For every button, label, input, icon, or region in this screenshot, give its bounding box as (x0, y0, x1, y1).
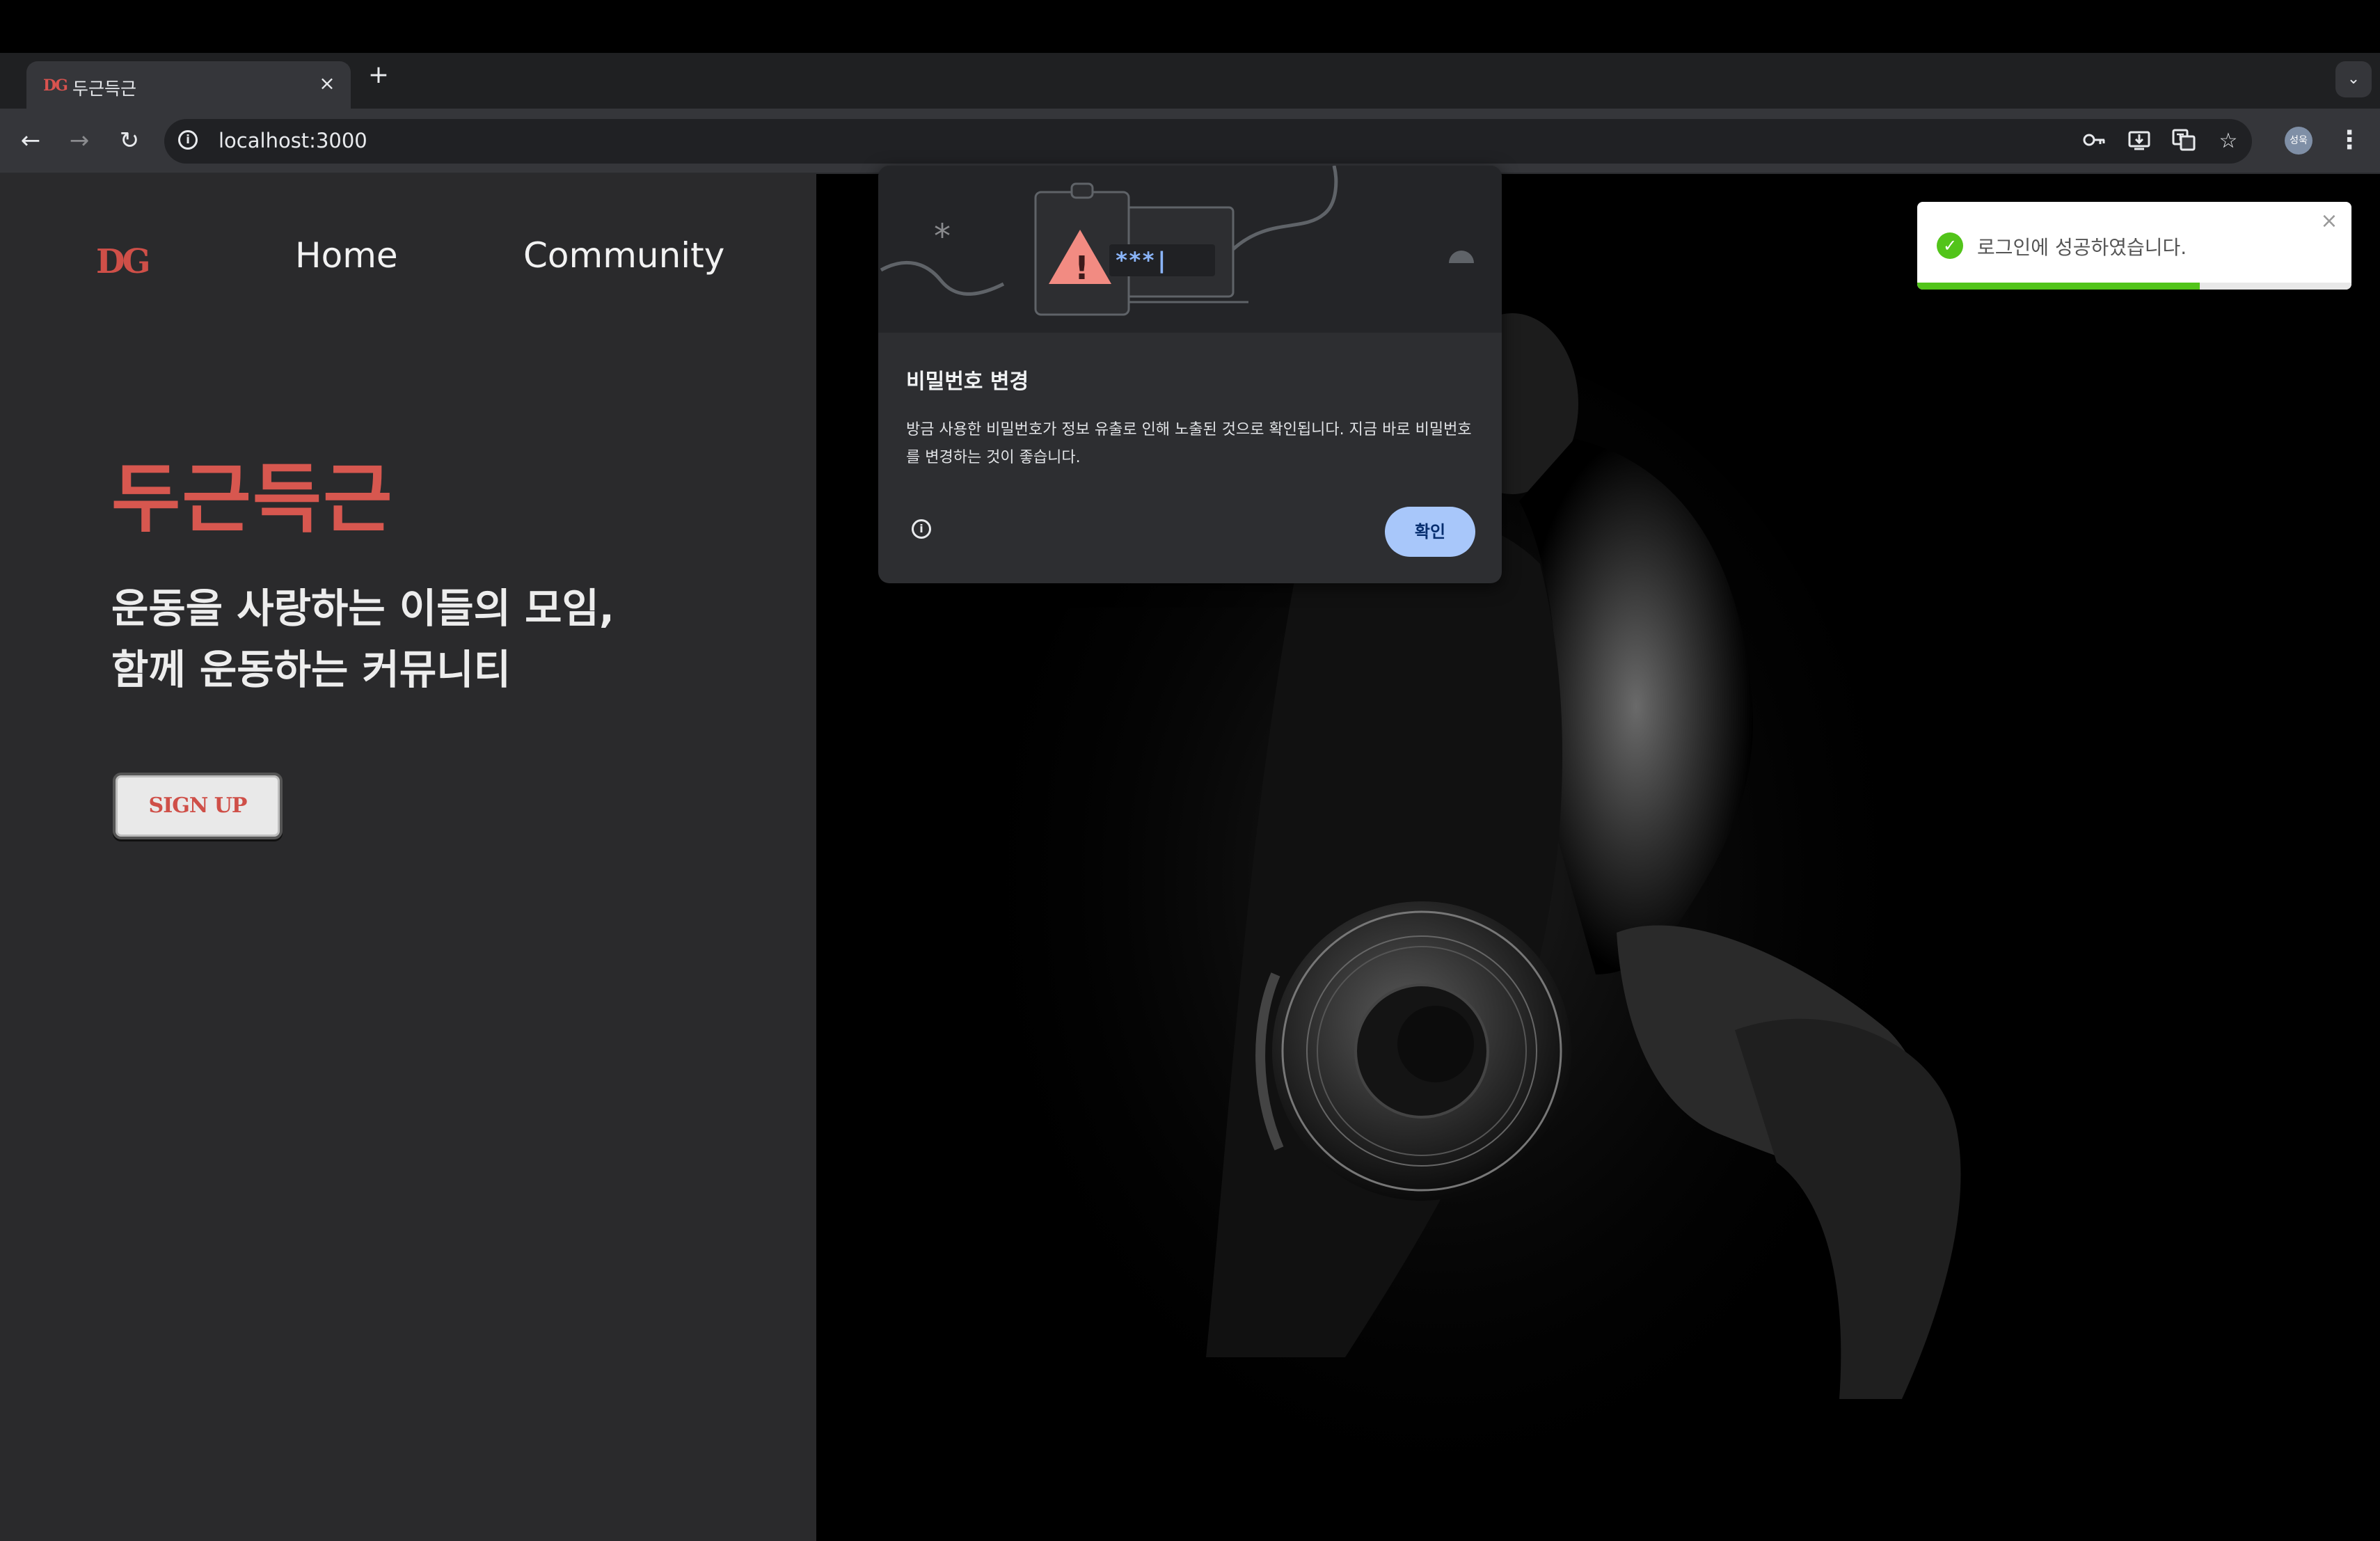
svg-text:!: ! (1074, 249, 1089, 287)
toast-progress-bar (1917, 283, 2200, 290)
signup-button[interactable]: SIGN UP (113, 773, 283, 839)
tab-search-icon[interactable]: ⌄ (2335, 61, 2372, 97)
dialog-body: 방금 사용한 비밀번호가 정보 유출로 인해 노출된 것으로 확인됩니다. 지금… (906, 421, 1472, 466)
hero-subtitle-line-1: 운동을 사랑하는 이들의 모임, (111, 585, 614, 632)
tab-close-icon[interactable]: × (315, 71, 340, 96)
hero-title: 두근득근 (111, 456, 394, 543)
tab-strip: DG 두근득근 × + ⌄ (0, 53, 2380, 109)
browser-toolbar: ← → ↻ i localhost:3000 ☆ 성욱 ⋮ (0, 109, 2380, 174)
back-icon[interactable]: ← (13, 123, 49, 159)
toast-progress-track (1917, 283, 2351, 290)
dialog-info-icon[interactable]: i (912, 519, 931, 539)
illus-password-dots: ***| (1115, 247, 1168, 274)
password-breach-dialog: * ! ***| 비밀번호 변경 방금 사용한 비밀번호가 정보 유출로 인해 … (878, 166, 1502, 583)
site-logo[interactable]: DG (96, 242, 151, 281)
svg-text:*: * (934, 217, 951, 256)
login-success-toast: ✓ 로그인에 성공하였습니다. × (1917, 202, 2351, 290)
install-app-icon[interactable] (2124, 126, 2155, 157)
translate-icon[interactable] (2168, 126, 2199, 157)
nav-community-link[interactable]: Community (523, 235, 724, 276)
url-text[interactable]: localhost:3000 (219, 129, 367, 152)
hero-panel: DG Home Community 두근득근 운동을 사랑하는 이들의 모임, … (0, 174, 816, 1541)
os-top-bar (0, 0, 2380, 53)
password-key-icon[interactable] (2079, 126, 2110, 157)
toast-message: 로그인에 성공하였습니다. (1977, 236, 2187, 259)
nav-home-link[interactable]: Home (295, 235, 398, 276)
hero-subtitle: 운동을 사랑하는 이들의 모임, 함께 운동하는 커뮤니티 (111, 578, 614, 700)
forward-icon[interactable]: → (61, 123, 97, 159)
tab-favicon: DG (43, 77, 68, 95)
bookmark-star-icon[interactable]: ☆ (2213, 126, 2244, 157)
dialog-title: 비밀번호 변경 (906, 370, 1029, 394)
reload-icon[interactable]: ↻ (111, 123, 148, 159)
menu-icon[interactable]: ⋮ (2335, 123, 2363, 159)
toast-close-icon[interactable]: × (2318, 210, 2340, 232)
browser-tab[interactable]: DG 두근득근 × (26, 61, 351, 109)
new-tab-button[interactable]: + (365, 61, 392, 89)
address-bar[interactable]: i localhost:3000 ☆ (164, 119, 2252, 164)
dialog-illustration: * ! ***| (878, 166, 1502, 333)
site-info-icon[interactable]: i (178, 130, 198, 150)
dialog-ok-button[interactable]: 확인 (1385, 507, 1475, 557)
profile-avatar[interactable]: 성욱 (2285, 127, 2312, 155)
hero-subtitle-line-2: 함께 운동하는 커뮤니티 (111, 646, 511, 693)
success-check-icon: ✓ (1937, 232, 1963, 259)
tab-title: 두근득근 (72, 79, 137, 99)
